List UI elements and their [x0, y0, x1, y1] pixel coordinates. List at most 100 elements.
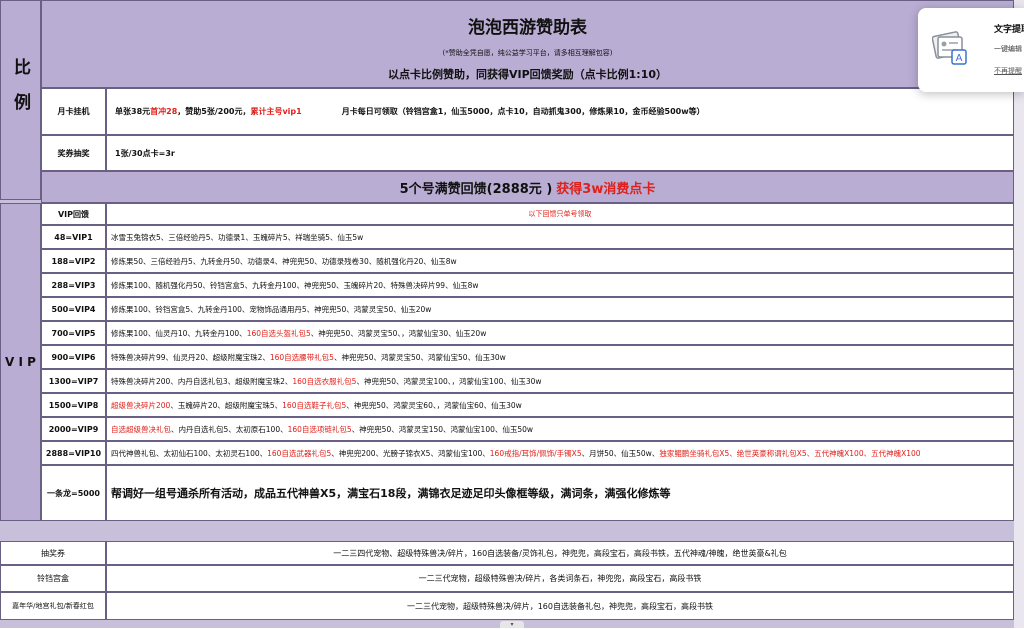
full-banner: 5个号满赞回馈(2888元 ) 获得3w消费点卡: [41, 171, 1014, 203]
vip-row-segment: 冰雪玉兔锦衣5、三倍经验丹5、功德录1、玉魄碎片5、祥瑞坐骑5、仙玉5w: [111, 232, 364, 242]
lottery-value-cell: 1张/30点卡=3r: [106, 135, 1014, 171]
dragon-value: 帮调好一组号通杀所有活动，成品五代神兽X5，满宝石18段，满锦衣足迹足印头像框等…: [111, 487, 671, 500]
vip-row-segment: 160戒指/耳饰/佩饰/手镯X5: [489, 448, 582, 458]
vip-row-segment: 、神兜兜50、鸿蒙灵宝50、，鸿蒙仙宝30、仙玉20w: [310, 328, 487, 338]
vip-row-value-cell: 四代神兽礼包、太初仙石100、太初灵石100、 160自选武器礼包5 、神兜兜200…: [106, 441, 1014, 465]
vip-row-segment: 特殊兽决碎片200、内丹自选礼包3、超级附魔宝珠2、: [111, 376, 293, 386]
vip-row-segment: 修炼果50、三倍经验丹5、九转金丹50、功德录4、神兜兜50、功德录残卷30、随…: [111, 256, 457, 266]
ratio-line: 以点卡比例赞助，同获得VIP回馈奖励（点卡比例1:10）: [387, 67, 668, 81]
vip-letter-v: V: [5, 354, 15, 369]
dragon-label-cell: 一条龙=5000: [41, 465, 106, 521]
vip-row-label: 188=VIP2: [51, 256, 96, 266]
popup-edit-link[interactable]: 一键编辑: [994, 44, 1022, 54]
monthly-seg1: 单张38元: [115, 107, 151, 116]
vip-letter-p: P: [27, 354, 36, 369]
vip-row-label: 900=VIP6: [51, 352, 96, 362]
bottom-toggle-handle[interactable]: ▾: [500, 621, 524, 628]
dragon-value-cell: 帮调好一组号通杀所有活动，成品五代神兽X5，满宝石18段，满锦衣足迹足印头像框等…: [106, 465, 1014, 521]
monthly-label: 月卡挂机: [57, 107, 90, 116]
vip-row-segment: 、内丹自选礼包5、太初原石100、: [171, 424, 288, 434]
vip-row-label-cell: 500=VIP4: [41, 297, 106, 321]
vip-row-label: 1500=VIP8: [48, 400, 99, 410]
vip-row-segment: 160自选鞋子礼包5: [282, 400, 347, 410]
vip-header-label: VIP回馈: [57, 209, 90, 219]
full-banner-part1: 5个号满赞回馈(2888元 ): [399, 181, 553, 197]
vip-row-label-cell: 1500=VIP8: [41, 393, 106, 417]
bottom-value-carnival: 一二三代宠物，超级特殊兽决/碎片，160自选装备礼包，神兜兜，高段宝石，高段书铁: [407, 601, 713, 611]
bottom-value-lottery: 一二三四代宠物、超级特殊兽决/碎片，160自选装备/灵饰礼包，神兜兜，高段宝石，…: [333, 548, 787, 558]
vip-row-value-cell: 冰雪玉兔锦衣5、三倍经验丹5、功德录1、玉魄碎片5、祥瑞坐骑5、仙玉5w: [106, 225, 1014, 249]
vip-row-value-cell: 自选超级兽决礼包 、内丹自选礼包5、太初原石100、 160自选项链礼包5 、神兜兜5…: [106, 417, 1014, 441]
vip-row-label: 1300=VIP7: [48, 376, 99, 386]
vip-row-label-cell: 288=VIP3: [41, 273, 106, 297]
bottom-value-cell-lottery: 一二三四代宠物、超级特殊兽决/碎片，160自选装备/灵饰礼包，神兜兜，高段宝石，…: [106, 541, 1014, 565]
vip-side-label: V I P: [5, 352, 36, 373]
bottom-value-cell-carnival: 一二三代宠物，超级特殊兽决/碎片，160自选装备礼包，神兜兜，高段宝石，高段书铁: [106, 592, 1014, 620]
vip-row-value-cell: 超级兽决碎片200 、玉魄碎片20、超级附魔宝珠5、 160自选鞋子礼包5 、神兜兜5…: [106, 393, 1014, 417]
lottery-value: 1张/30点卡=3r: [115, 148, 175, 158]
vip-row-label: 48=VIP1: [54, 232, 93, 242]
vip-row-label-cell: 2000=VIP9: [41, 417, 106, 441]
bottom-label-lottery: 抽奖券: [41, 548, 65, 558]
monthly-seg4: 累计主号vip1: [250, 107, 302, 116]
text-extract-popup[interactable]: A 文字提取 一键编辑 不再提醒: [918, 8, 1024, 92]
vip-row-segment: 、神兜兜200、光膀子锦衣X5、鸿蒙仙宝100、: [331, 448, 490, 458]
dragon-label: 一条龙=5000: [47, 488, 100, 498]
popup-title: 文字提取: [994, 25, 1024, 35]
vip-row-label: 2888=VIP10: [45, 448, 102, 458]
document-scan-icon: A: [932, 31, 967, 65]
vip-letter-i: I: [18, 354, 23, 369]
header-block: 泡泡西游赞助表 (*赞助全凭自愿，纯公益学习平台，请多相互理解包容) 以点卡比例…: [41, 0, 1014, 88]
vip-row-segment: 超级兽决碎片200: [111, 400, 171, 410]
vip-row-segment: 、神兜兜50、鸿蒙灵宝50、鸿蒙仙宝50、仙玉30w: [333, 352, 506, 362]
right-scroll-strip[interactable]: [1014, 0, 1024, 628]
vip-row-segment: 特殊兽决碎片99、仙灵丹20、超级附魔宝珠2、: [111, 352, 270, 362]
vip-row-segment: 160自选项链礼包5: [287, 424, 352, 434]
popup-dismiss-link[interactable]: 不再提醒: [994, 66, 1022, 76]
vip-row-value-cell: 特殊兽决碎片99、仙灵丹20、超级附魔宝珠2、 160自选腰带礼包5 、神兜兜50、…: [106, 345, 1014, 369]
vip-row-segment: 160自选腰带礼包5: [269, 352, 334, 362]
vip-header-note-cell: 以下回馈只单号领取: [106, 203, 1014, 225]
bottom-label-cell-carnival: 嘉年华/地宫礼包/新春红包: [0, 592, 106, 620]
vip-row-value-cell: 修炼果100、铃铛宫盒5、九转金丹100、宠物饰品通用丹5、神兜兜50、鸿蒙灵宝…: [106, 297, 1014, 321]
vip-row-label-cell: 48=VIP1: [41, 225, 106, 249]
vip-row-segment: 160自选衣服礼包5: [292, 376, 357, 386]
vip-row-label: 700=VIP5: [51, 328, 96, 338]
monthly-seg5: 月卡每日可领取（铃铛宫盒1，仙玉5000，点卡10，自动抓鬼300，修炼果10，…: [341, 107, 705, 116]
bottom-value-cell-bell: 一二三代宠物，超级特殊兽决/碎片，各类词条石，神兜兜，高段宝石，高段书铁: [106, 565, 1014, 592]
bottom-label-cell-bell: 铃铛宫盒: [0, 565, 106, 592]
full-banner-part2: 获得3w消费点卡: [556, 181, 656, 197]
vip-header-label-cell: VIP回馈: [41, 203, 106, 225]
vip-row-label: 288=VIP3: [51, 280, 96, 290]
vip-row-segment: 、月饼50、仙玉50w、: [581, 448, 660, 458]
vip-row-value-cell: 修炼果50、三倍经验丹5、九转金丹50、功德录4、神兜兜50、功德录残卷30、随…: [106, 249, 1014, 273]
vip-header-note: 以下回馈只单号领取: [528, 210, 592, 218]
vip-row-segment: 、玉魄碎片20、超级附魔宝珠5、: [170, 400, 283, 410]
vip-row-value-cell: 修炼果100、随机强化丹50、铃铛宫盒5、九转金丹100、神兜兜50、玉魄碎片2…: [106, 273, 1014, 297]
monthly-seg2: 首冲28: [150, 107, 178, 116]
bottom-label-cell-lottery: 抽奖券: [0, 541, 106, 565]
vip-row-segment: 修炼果100、铃铛宫盒5、九转金丹100、宠物饰品通用丹5、神兜兜50、鸿蒙灵宝…: [111, 304, 432, 314]
page-title: 泡泡西游赞助表: [468, 17, 587, 38]
vip-row-label-cell: 2888=VIP10: [41, 441, 106, 465]
vip-row-value-cell: 修炼果100、仙灵丹10、九转金丹100、 160自选头盔礼包5 、神兜兜50、鸿蒙…: [106, 321, 1014, 345]
vip-row-label: 500=VIP4: [51, 304, 96, 314]
vip-row-label-cell: 700=VIP5: [41, 321, 106, 345]
monthly-label-cell: 月卡挂机: [41, 88, 106, 135]
ratio-side-label: 比例: [1, 58, 40, 142]
vip-row-label: 2000=VIP9: [48, 424, 99, 434]
vip-row-segment: 修炼果100、随机强化丹50、铃铛宫盒5、九转金丹100、神兜兜50、玉魄碎片2…: [111, 280, 479, 290]
vip-row-segment: 160自选武器礼包5: [267, 448, 332, 458]
lottery-label-cell: 奖券抽奖: [41, 135, 106, 171]
vip-row-segment: 四代神兽礼包、太初仙石100、太初灵石100、: [111, 448, 268, 458]
vip-row-segment: 、神兜兜50、鸿蒙灵宝150、鸿蒙仙宝100、仙玉50w: [351, 424, 534, 434]
vip-row-segment: 、神兜兜50、鸿蒙灵宝60、，鸿蒙仙宝60、仙玉30w: [346, 400, 522, 410]
vip-side-cell: V I P: [0, 203, 41, 521]
lottery-label: 奖券抽奖: [57, 148, 90, 158]
monthly-seg3: ，赞助5张/200元，: [177, 107, 251, 116]
vip-row-label-cell: 1300=VIP7: [41, 369, 106, 393]
ratio-side-cell: 比例: [0, 0, 41, 200]
bottom-value-bell: 一二三代宠物，超级特殊兽决/碎片，各类词条石，神兜兜，高段宝石，高段书铁: [418, 574, 702, 583]
vip-row-value-cell: 特殊兽决碎片200、内丹自选礼包3、超级附魔宝珠2、 160自选衣服礼包5 、神兜兜…: [106, 369, 1014, 393]
spreadsheet: 比例 泡泡西游赞助表 (*赞助全凭自愿，纯公益学习平台，请多相互理解包容) 以点…: [0, 0, 1024, 628]
